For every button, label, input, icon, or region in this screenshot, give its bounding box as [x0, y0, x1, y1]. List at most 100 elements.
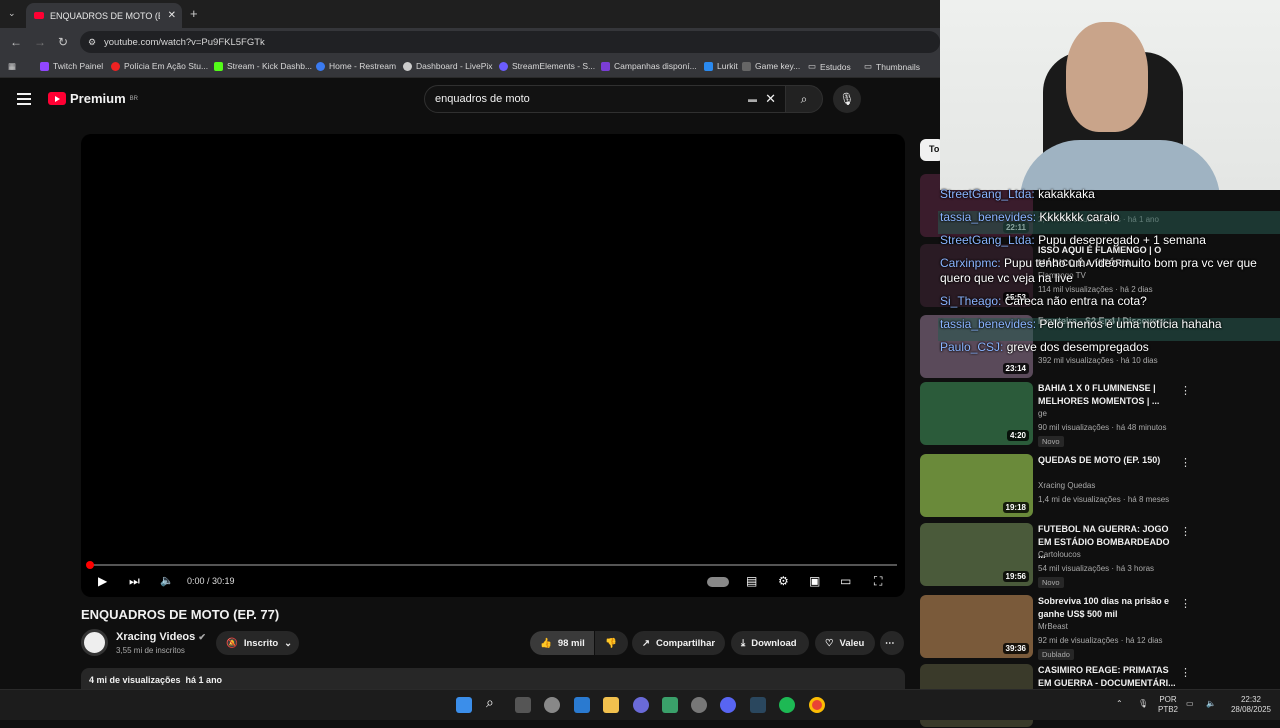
url-field[interactable]: ⚙ youtube.com/watch?v=Pu9FKL5FGTk: [80, 31, 940, 53]
subscribe-button[interactable]: 🔕 Inscrito ⌄: [216, 631, 299, 655]
bookmark-item[interactable]: Twitch Painel: [40, 61, 103, 71]
clear-search-icon[interactable]: ✕: [765, 91, 776, 107]
channel-avatar[interactable]: [81, 629, 108, 656]
share-icon: ↗: [642, 637, 650, 649]
theater-mode-icon[interactable]: ▭: [840, 574, 851, 588]
tray-overflow-icon[interactable]: ⌃: [1116, 699, 1123, 709]
volume-icon[interactable]: 🔈: [1206, 699, 1216, 709]
spotify-icon[interactable]: [779, 697, 795, 713]
bookmark-item[interactable]: Campanhas disponí...: [601, 61, 697, 71]
search-icon[interactable]: ⌕: [486, 694, 502, 710]
discord-icon[interactable]: [720, 697, 736, 713]
like-button[interactable]: 👍 98 mil: [530, 631, 594, 655]
recommendation-item[interactable]: 19:18 QUEDAS DE MOTO (EP. 150) Xracing Que…: [920, 454, 1191, 518]
volume-icon[interactable]: 🔈: [160, 574, 174, 587]
bookmark-label: Twitch Painel: [53, 61, 104, 71]
browser-tab[interactable]: ENQUADROS DE MOTO (EP. 77) ✕: [26, 3, 182, 28]
keyboard-icon[interactable]: ▬: [748, 94, 757, 104]
recommendation-item[interactable]: 19:56 FUTEBOL NA GUERRA: JOGO EM ESTÁDIO …: [920, 523, 1191, 588]
photos-icon[interactable]: [574, 697, 590, 713]
chat-message: Carxinpmc: Pupu tenho um vídeo muito bom…: [938, 257, 1280, 295]
recommendation-channel[interactable]: ge: [1038, 409, 1047, 418]
start-icon[interactable]: [456, 697, 472, 713]
youtube-logo[interactable]: Premium BR: [48, 91, 138, 106]
chat-text: Pupu desepregado + 1 semana: [1038, 233, 1206, 247]
site-info-icon[interactable]: ⚙: [88, 37, 96, 48]
search-input[interactable]: enquadros de moto ▬ ✕: [424, 85, 786, 113]
more-options-icon[interactable]: ⋮: [1180, 384, 1191, 397]
more-options-icon[interactable]: ⋮: [1180, 597, 1191, 610]
subtitles-icon[interactable]: ▤: [746, 574, 757, 588]
fullscreen-icon[interactable]: ⛶: [874, 574, 882, 589]
bookmark-item[interactable]: Game key...: [742, 61, 800, 71]
bookmark-label: StreamElements - S...: [512, 61, 596, 71]
recommendation-title[interactable]: BAHIA 1 X 0 FLUMINENSE | MELHORES MOMENT…: [1038, 382, 1178, 408]
bookmark-item[interactable]: Polícia Em Ação Stu...: [111, 61, 208, 71]
recommendation-item[interactable]: 4:20 BAHIA 1 X 0 FLUMINENSE | MELHORES MO…: [920, 382, 1191, 447]
bookmark-item[interactable]: StreamElements - S...: [499, 61, 595, 71]
autoplay-toggle[interactable]: [707, 577, 729, 587]
voice-search-button[interactable]: 🎙: [833, 85, 861, 113]
settings-icon[interactable]: [544, 697, 560, 713]
file-explorer-icon[interactable]: [603, 697, 619, 713]
more-options-icon[interactable]: ⋮: [1180, 666, 1191, 679]
bookmark-item[interactable]: Lurkit: [704, 61, 738, 71]
app-icon[interactable]: [691, 697, 707, 713]
tab-list-icon[interactable]: ⌄: [8, 8, 16, 19]
settings-icon[interactable]: ⚙: [778, 574, 789, 588]
video-thumbnail[interactable]: 19:56: [920, 523, 1033, 586]
clock[interactable]: 22:32 28/08/2025: [1226, 695, 1276, 715]
video-thumbnail[interactable]: 19:18: [920, 454, 1033, 517]
more-actions-button[interactable]: ⋯: [880, 631, 904, 655]
menu-icon[interactable]: [17, 93, 31, 108]
next-icon[interactable]: ⏭: [129, 574, 140, 589]
chrome-icon[interactable]: [809, 697, 825, 713]
bookmark-folder[interactable]: ▭ Estudos: [808, 61, 851, 72]
folder-icon: ▭: [808, 61, 817, 71]
reload-icon[interactable]: ↻: [58, 35, 68, 49]
recommendation-title[interactable]: QUEDAS DE MOTO (EP. 150): [1038, 454, 1178, 467]
recommendation-channel[interactable]: MrBeast: [1038, 622, 1068, 631]
bookmark-item[interactable]: Home - Restream: [316, 61, 396, 71]
download-button[interactable]: ⤓ Download: [731, 631, 809, 655]
language-indicator[interactable]: POR PTB2: [1158, 695, 1178, 715]
like-icon: 👍: [540, 637, 552, 649]
steam-icon[interactable]: [750, 697, 766, 713]
bookmark-folder[interactable]: ▭ Thumbnails: [864, 61, 920, 72]
apps-icon[interactable]: ▦: [8, 61, 16, 72]
chat-message: StreetGang_Ltda: kakakkaka: [938, 188, 1280, 211]
network-icon[interactable]: ▭: [1186, 699, 1194, 709]
recommendation-title[interactable]: Sobreviva 100 dias na prisão e ganhe US$…: [1038, 595, 1178, 621]
more-options-icon[interactable]: ⋮: [1180, 456, 1191, 469]
recommendation-channel[interactable]: Cartoloucos: [1038, 550, 1081, 559]
progress-bar[interactable]: [86, 561, 897, 569]
bookmark-item[interactable]: Stream - Kick Dashb...: [214, 61, 312, 71]
more-options-icon[interactable]: ⋮: [1180, 525, 1191, 538]
progress-scrubber[interactable]: [86, 561, 94, 569]
play-icon[interactable]: ▶: [98, 574, 107, 588]
miniplayer-icon[interactable]: ▣: [809, 574, 820, 588]
new-tab-icon[interactable]: +: [190, 6, 198, 21]
dislike-button[interactable]: 👎: [595, 631, 628, 655]
channel-name[interactable]: Xracing Videos ✔: [116, 631, 206, 643]
channel-name-text: Xracing Videos: [116, 631, 196, 643]
bookmark-item[interactable]: Dashboard - LivePix: [403, 61, 493, 71]
thanks-button[interactable]: ♡ Valeu: [815, 631, 875, 655]
recommendation-item[interactable]: 39:36 Sobreviva 100 dias na prisão e ganh…: [920, 595, 1191, 660]
share-button[interactable]: ↗ Compartilhar: [632, 631, 725, 655]
app-icon[interactable]: [633, 697, 649, 713]
video-thumbnail[interactable]: 4:20: [920, 382, 1033, 445]
forward-icon[interactable]: →: [34, 35, 46, 49]
bell-icon: 🔕: [226, 637, 238, 649]
back-icon[interactable]: ←: [10, 35, 22, 49]
video-player[interactable]: ▶ ⏭ 🔈 0:00 / 30:19 ▤ ⚙ ▣ ▭ ⛶: [81, 134, 905, 597]
recommendation-channel[interactable]: Xracing Quedas: [1038, 481, 1095, 490]
video-thumbnail[interactable]: 39:36: [920, 595, 1033, 658]
microphone-icon[interactable]: 🎙: [1138, 699, 1148, 709]
close-tab-icon[interactable]: ✕: [168, 10, 176, 21]
app-icon[interactable]: [662, 697, 678, 713]
task-view-icon[interactable]: [515, 697, 531, 713]
search-button[interactable]: ⌕: [785, 85, 823, 113]
recommendation-title[interactable]: CASIMIRO REAGE: PRIMATAS EM GUERRA - DOC…: [1038, 664, 1178, 690]
chat-username: Si_Theago:: [940, 294, 1002, 308]
